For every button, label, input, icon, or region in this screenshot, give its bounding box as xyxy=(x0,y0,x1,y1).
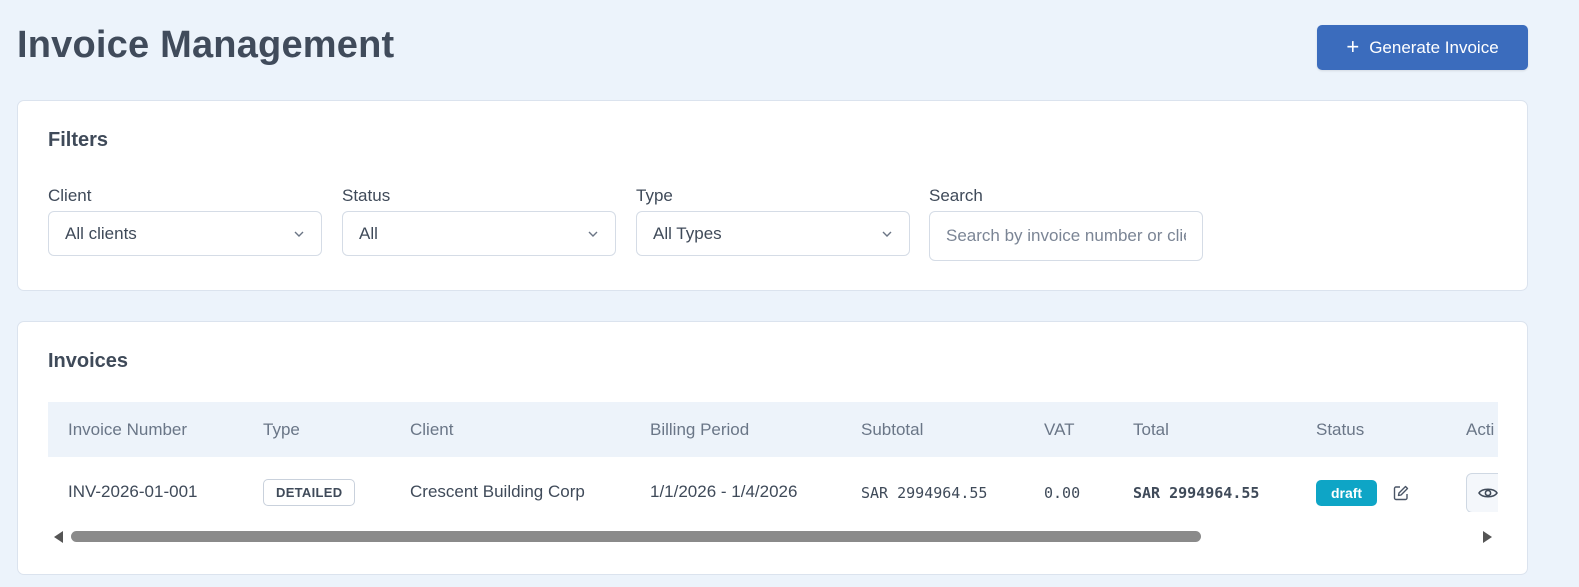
generate-invoice-button[interactable]: + Generate Invoice xyxy=(1317,25,1528,70)
invoices-title: Invoices xyxy=(48,350,129,372)
column-header-total: Total xyxy=(1133,420,1169,439)
type-filter: Type All Types xyxy=(636,186,910,256)
total-cell: SAR 2994964.55 xyxy=(1133,484,1260,502)
scrollbar-thumb[interactable] xyxy=(71,531,1201,542)
type-select-value: All Types xyxy=(653,223,722,243)
vat-cell: 0.00 xyxy=(1044,484,1081,502)
status-filter-label: Status xyxy=(342,186,391,205)
table-header: Invoice Number Type Client Billing Perio… xyxy=(48,402,1498,457)
column-header-status: Status xyxy=(1316,420,1365,439)
search-filter-label: Search xyxy=(929,186,983,205)
type-filter-label: Type xyxy=(636,186,673,205)
billing-period-cell: 1/1/2026 - 1/4/2026 xyxy=(650,482,798,501)
type-select[interactable]: All Types xyxy=(636,211,910,256)
search-input[interactable] xyxy=(929,211,1203,261)
client-select-value: All clients xyxy=(65,223,137,243)
scroll-left-arrow-icon[interactable] xyxy=(54,531,63,543)
generate-invoice-label: Generate Invoice xyxy=(1369,37,1499,57)
chevron-down-icon xyxy=(588,231,598,237)
status-select-value: All xyxy=(359,223,378,243)
column-header-vat: VAT xyxy=(1044,420,1075,439)
search-filter: Search xyxy=(929,186,1203,261)
status-filter: Status All xyxy=(342,186,616,256)
chevron-down-icon xyxy=(294,231,304,237)
column-header-subtotal: Subtotal xyxy=(861,420,924,439)
table-row[interactable]: INV-2026-01-001 DETAILED Crescent Buildi… xyxy=(48,457,1498,512)
column-header-actions: Acti xyxy=(1466,420,1495,439)
status-badge: draft xyxy=(1316,480,1377,506)
chevron-down-icon xyxy=(882,231,892,237)
plus-icon: + xyxy=(1346,33,1360,59)
horizontal-scrollbar[interactable] xyxy=(48,527,1498,545)
client-filter-label: Client xyxy=(48,186,92,205)
eye-icon xyxy=(1478,488,1498,498)
column-header-billing-period: Billing Period xyxy=(650,420,750,439)
status-select[interactable]: All xyxy=(342,211,616,256)
edit-icon[interactable] xyxy=(1392,484,1410,502)
invoices-card: Invoices Invoice Number Type Client Bill… xyxy=(17,321,1528,575)
invoices-table: Invoice Number Type Client Billing Perio… xyxy=(48,402,1498,512)
type-badge: DETAILED xyxy=(263,479,356,506)
column-header-invoice-number: Invoice Number xyxy=(68,420,188,439)
column-header-client: Client xyxy=(410,420,454,439)
scroll-right-arrow-icon[interactable] xyxy=(1483,531,1492,543)
invoice-number-cell: INV-2026-01-001 xyxy=(68,482,198,501)
client-filter: Client All clients xyxy=(48,186,322,256)
client-select[interactable]: All clients xyxy=(48,211,322,256)
filters-title: Filters xyxy=(48,129,109,151)
column-header-type: Type xyxy=(263,420,300,439)
subtotal-cell: SAR 2994964.55 xyxy=(861,484,988,502)
client-cell: Crescent Building Corp xyxy=(410,482,585,501)
page-title: Invoice Management xyxy=(17,24,395,66)
view-button[interactable] xyxy=(1466,473,1498,512)
filters-card: Filters Client All clients Status All Ty… xyxy=(17,100,1528,291)
